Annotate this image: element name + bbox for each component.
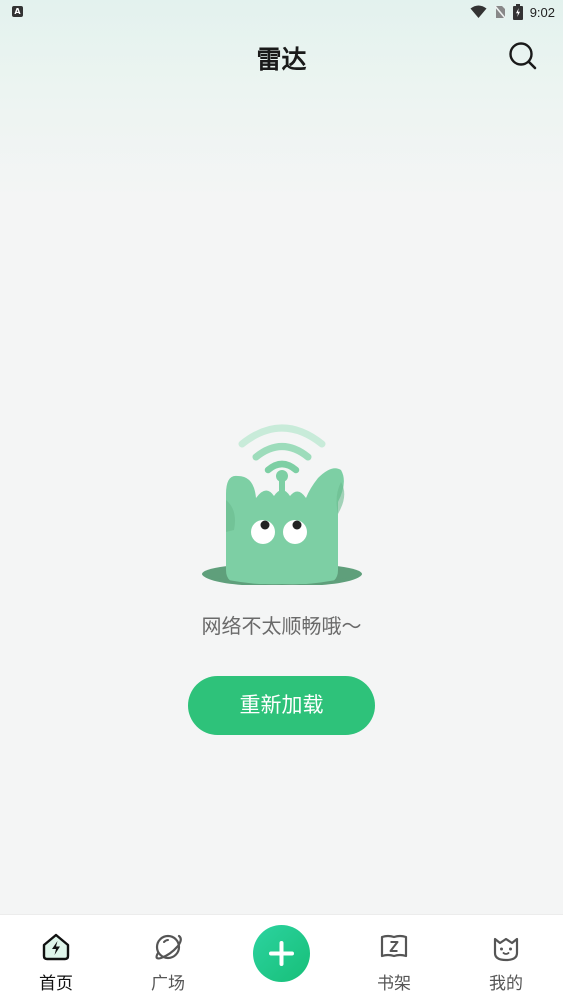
network-error-illustration <box>202 424 362 585</box>
home-lightning-icon <box>42 933 70 961</box>
tab-bookshelf-label: 书架 <box>377 974 411 994</box>
plus-icon <box>269 941 294 966</box>
battery-charging-icon <box>512 4 523 20</box>
tab-bookshelf[interactable]: 书架 <box>338 915 450 1003</box>
tab-mine[interactable]: 我的 <box>450 915 562 1003</box>
cat-face-icon <box>493 937 519 962</box>
page-title: 雷达 <box>256 45 307 74</box>
tab-home-label: 首页 <box>39 974 73 994</box>
clock: 9:02 <box>529 4 555 20</box>
tab-home[interactable]: 首页 <box>0 915 112 1003</box>
tab-square[interactable]: 广场 <box>112 915 224 1003</box>
top-nav: 雷达 <box>0 30 563 82</box>
planet-icon <box>155 934 182 960</box>
error-message: 网络不太顺畅哦～ <box>201 614 362 638</box>
notification-app-icon: A <box>12 6 23 17</box>
reload-button[interactable]: 重新加载 <box>188 676 375 735</box>
create-button[interactable] <box>253 925 310 982</box>
bookshelf-z-icon <box>380 934 408 958</box>
tab-mine-label: 我的 <box>489 974 523 994</box>
no-sim-icon <box>494 5 506 19</box>
tab-square-label: 广场 <box>151 974 185 994</box>
wifi-icon <box>470 5 487 18</box>
status-bar: A 9:02 <box>0 0 563 24</box>
search-button[interactable] <box>507 40 539 72</box>
bottom-tab-bar: 首页 广场 书架 我的 <box>0 914 563 1003</box>
status-indicators: 9:02 <box>470 3 555 21</box>
search-icon <box>509 42 537 70</box>
